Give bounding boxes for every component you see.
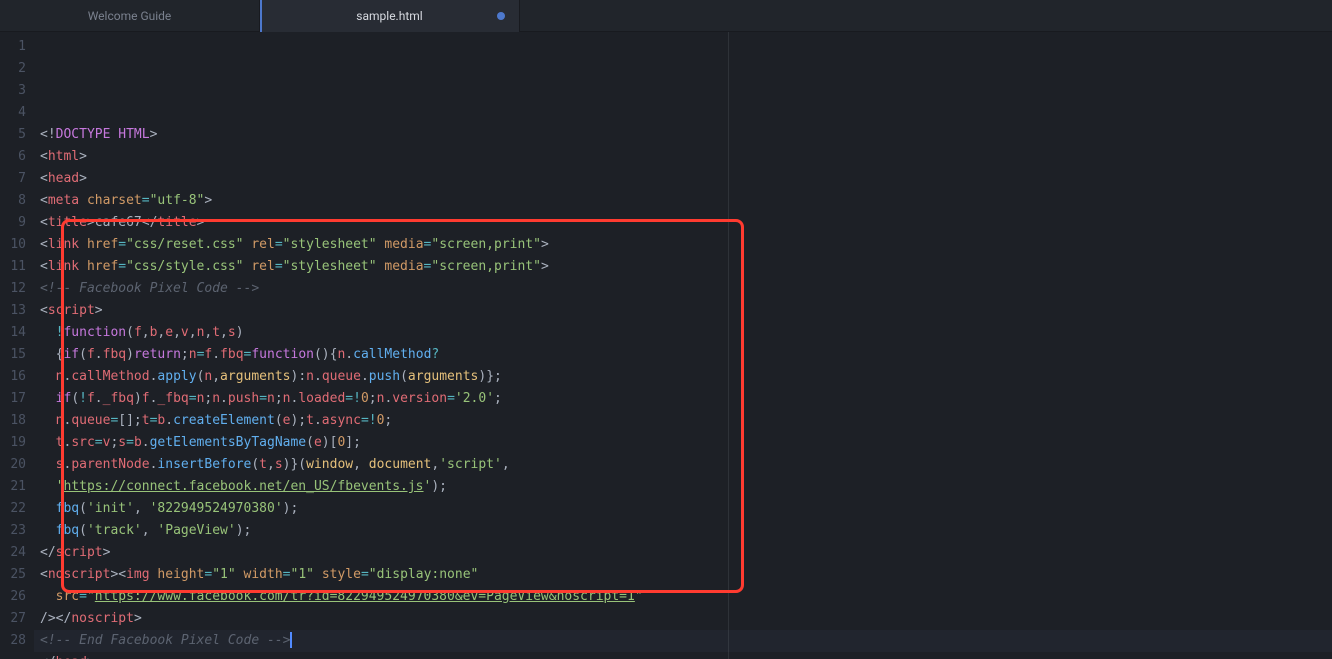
code-line[interactable]: {if(f.fbq)return;n=f.fbq=function(){n.ca… (34, 344, 1332, 366)
line-number: 25 (0, 564, 34, 586)
line-number: 24 (0, 542, 34, 564)
line-number: 27 (0, 608, 34, 630)
line-number: 13 (0, 300, 34, 322)
line-number: 2 (0, 58, 34, 80)
editor: 1234567891011121314151617181920212223242… (0, 32, 1332, 659)
line-number: 3 (0, 80, 34, 102)
code-line[interactable]: n.callMethod.apply(n,arguments):n.queue.… (34, 366, 1332, 388)
code-area[interactable]: <!DOCTYPE HTML><html><head><meta charset… (34, 32, 1332, 659)
code-line[interactable]: <html> (34, 146, 1332, 168)
line-number: 26 (0, 586, 34, 608)
code-line[interactable]: <!DOCTYPE HTML> (34, 124, 1332, 146)
line-number: 18 (0, 410, 34, 432)
line-number: 14 (0, 322, 34, 344)
tab-sample-html[interactable]: sample.html (260, 0, 520, 32)
code-line[interactable]: <!-- Facebook Pixel Code --> (34, 278, 1332, 300)
line-number: 4 (0, 102, 34, 124)
line-number: 28 (0, 630, 34, 652)
code-line[interactable]: <head> (34, 168, 1332, 190)
code-line[interactable]: <script> (34, 300, 1332, 322)
code-line[interactable]: </head> (34, 652, 1332, 659)
code-line[interactable]: <noscript><img height="1" width="1" styl… (34, 564, 1332, 586)
line-number: 11 (0, 256, 34, 278)
line-number: 6 (0, 146, 34, 168)
tab-label: sample.html (356, 9, 422, 23)
line-number: 9 (0, 212, 34, 234)
line-number: 1 (0, 36, 34, 58)
line-number: 5 (0, 124, 34, 146)
code-line[interactable]: <link href="css/reset.css" rel="styleshe… (34, 234, 1332, 256)
line-number: 8 (0, 190, 34, 212)
code-line[interactable]: src="https://www.facebook.com/tr?id=8229… (34, 586, 1332, 608)
code-line[interactable]: </script> (34, 542, 1332, 564)
tab-bar: Welcome Guide sample.html (0, 0, 1332, 32)
line-number: 23 (0, 520, 34, 542)
code-line[interactable]: <meta charset="utf-8"> (34, 190, 1332, 212)
line-number: 16 (0, 366, 34, 388)
tab-welcome-guide[interactable]: Welcome Guide (0, 0, 260, 32)
line-number: 15 (0, 344, 34, 366)
line-number: 17 (0, 388, 34, 410)
line-number: 21 (0, 476, 34, 498)
line-number: 20 (0, 454, 34, 476)
line-number: 22 (0, 498, 34, 520)
code-line[interactable]: if(!f._fbq)f._fbq=n;n.push=n;n.loaded=!0… (34, 388, 1332, 410)
dirty-indicator-icon (497, 12, 505, 20)
code-line[interactable]: /></noscript> (34, 608, 1332, 630)
code-line[interactable]: <link href="css/style.css" rel="styleshe… (34, 256, 1332, 278)
tab-label: Welcome Guide (88, 9, 172, 23)
line-number: 12 (0, 278, 34, 300)
line-number: 7 (0, 168, 34, 190)
code-line[interactable]: fbq('track', 'PageView'); (34, 520, 1332, 542)
code-line[interactable]: n.queue=[];t=b.createElement(e);t.async=… (34, 410, 1332, 432)
code-line[interactable]: fbq('init', '822949524970380'); (34, 498, 1332, 520)
code-line[interactable]: 'https://connect.facebook.net/en_US/fbev… (34, 476, 1332, 498)
code-line[interactable]: <title>cafe67</title> (34, 212, 1332, 234)
line-number: 10 (0, 234, 34, 256)
line-number-gutter: 1234567891011121314151617181920212223242… (0, 32, 34, 659)
text-cursor (290, 632, 292, 648)
line-number: 19 (0, 432, 34, 454)
code-line[interactable]: t.src=v;s=b.getElementsByTagName(e)[0]; (34, 432, 1332, 454)
code-line[interactable]: s.parentNode.insertBefore(t,s)}(window, … (34, 454, 1332, 476)
code-line[interactable]: !function(f,b,e,v,n,t,s) (34, 322, 1332, 344)
code-line[interactable]: <!-- End Facebook Pixel Code --> (34, 630, 1332, 652)
